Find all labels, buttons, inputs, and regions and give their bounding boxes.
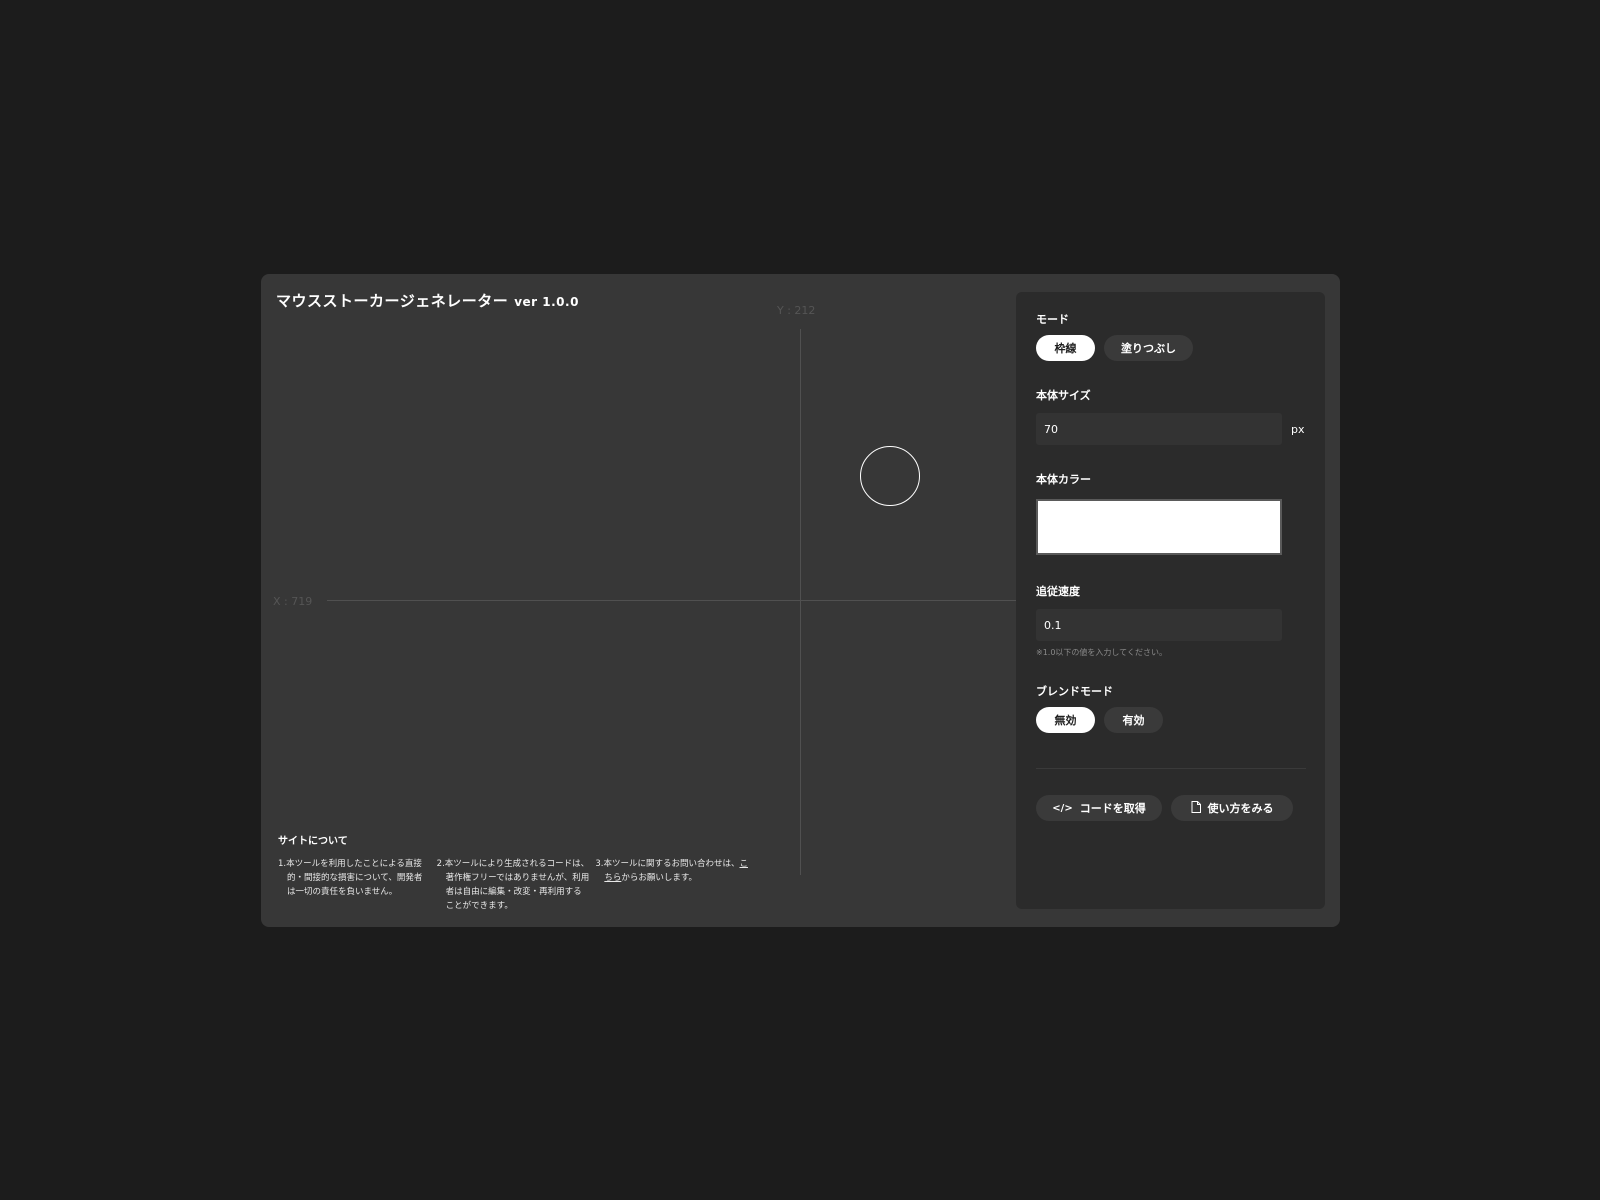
- document-icon: [1191, 800, 1201, 816]
- panel-divider: [1036, 768, 1306, 769]
- about-section: サイトについて 1.本ツールを利用したことによる直接的・間接的な損害について、開…: [278, 832, 748, 913]
- vertical-guide-line: [800, 329, 801, 875]
- color-label: 本体カラー: [1036, 473, 1091, 486]
- how-to-label: 使い方をみる: [1207, 802, 1274, 815]
- app-window: マウスストーカージェネレーター ver 1.0.0 Y : 212 X : 719…: [261, 274, 1340, 927]
- speed-hint: ※1.0以下の値を入力してください。: [1036, 648, 1167, 657]
- about-note-3-prefix: 3.本ツールに関するお問い合わせは、: [595, 859, 740, 869]
- how-to-button[interactable]: 使い方をみる: [1171, 795, 1293, 821]
- x-coordinate-readout: X : 719: [273, 595, 313, 608]
- about-note-2: 2.本ツールにより生成されるコードは、著作権フリーではありませんが、利用者は自由…: [436, 859, 590, 911]
- about-note-3: 3.本ツールに関するお問い合わせは、こちらからお願いします。: [595, 857, 748, 913]
- about-title: サイトについて: [278, 836, 348, 847]
- mode-label: モード: [1036, 313, 1069, 326]
- mouse-stalker-circle: [860, 446, 920, 506]
- get-code-label: コードを取得: [1079, 802, 1146, 815]
- horizontal-guide-line: [327, 600, 1016, 601]
- app-version: ver 1.0.0: [514, 295, 579, 309]
- about-notes: 1.本ツールを利用したことによる直接的・間接的な損害について、開発者は一切の責任…: [278, 857, 748, 913]
- code-icon: </>: [1052, 802, 1073, 814]
- about-note-3-suffix: からお願いします。: [621, 873, 698, 883]
- settings-panel: モード 枠線 塗りつぶし 本体サイズ 70 px 本体カラー 追従速度 0.1 …: [1016, 292, 1325, 909]
- speed-input[interactable]: 0.1: [1036, 609, 1282, 641]
- size-label: 本体サイズ: [1036, 389, 1091, 402]
- get-code-button[interactable]: </> コードを取得: [1036, 795, 1162, 821]
- blend-mode-label: ブレンドモード: [1036, 685, 1113, 698]
- app-title-text: マウスストーカージェネレーター: [276, 292, 509, 310]
- about-note-1: 1.本ツールを利用したことによる直接的・間接的な損害について、開発者は一切の責任…: [278, 859, 423, 897]
- color-picker[interactable]: [1036, 499, 1282, 555]
- mode-fill-button[interactable]: 塗りつぶし: [1104, 335, 1193, 361]
- y-coordinate-readout: Y : 212: [777, 304, 816, 317]
- mode-outline-button[interactable]: 枠線: [1036, 335, 1095, 361]
- size-input[interactable]: 70: [1036, 413, 1282, 445]
- speed-label: 追従速度: [1036, 585, 1080, 598]
- preview-canvas[interactable]: マウスストーカージェネレーター ver 1.0.0 Y : 212 X : 719…: [261, 274, 1016, 927]
- size-unit: px: [1291, 423, 1305, 436]
- app-title: マウスストーカージェネレーター ver 1.0.0: [276, 290, 579, 311]
- blend-on-button[interactable]: 有効: [1104, 707, 1163, 733]
- blend-off-button[interactable]: 無効: [1036, 707, 1095, 733]
